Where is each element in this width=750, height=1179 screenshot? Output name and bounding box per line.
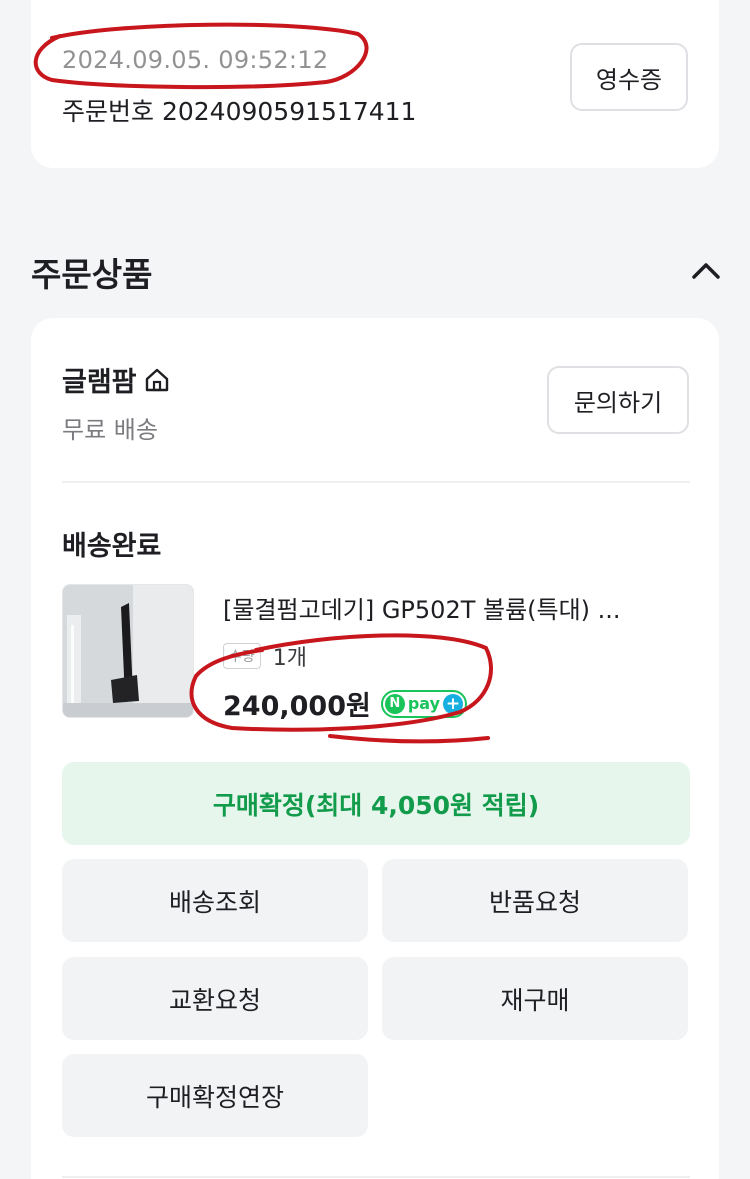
shipping-type: 무료 배송	[62, 416, 158, 444]
npay-plus-badge: N pay +	[380, 689, 468, 718]
quantity-value: 1개	[272, 646, 308, 671]
order-info-card: 2024.09.05. 09:52:12 주문번호 20240905915174…	[31, 0, 719, 168]
store-name[interactable]: 글램팜	[62, 360, 137, 399]
order-product-card: 글램팜 무료 배송 문의하기 배송완료 [물결펌고데기] GP502T 볼륨(특…	[31, 318, 719, 1179]
home-icon	[145, 368, 168, 391]
purchase-confirm-button[interactable]: 구매확정(최대 4,050원 적립)	[62, 762, 690, 845]
product-price: 240,000원	[223, 691, 371, 722]
quantity-row: 수량 1개	[223, 640, 307, 672]
product-thumbnail[interactable]	[62, 584, 194, 718]
receipt-button[interactable]: 영수증	[570, 43, 688, 111]
exchange-request-button[interactable]: 교환요청	[62, 957, 368, 1040]
store-row[interactable]: 글램팜	[62, 360, 171, 399]
chevron-up-icon[interactable]	[690, 256, 722, 284]
npay-logo-icon: N	[384, 693, 405, 714]
npay-label: pay	[407, 694, 441, 713]
extend-confirmation-button[interactable]: 구매확정연장	[62, 1054, 368, 1137]
track-delivery-button[interactable]: 배송조회	[62, 859, 368, 942]
quantity-badge: 수량	[223, 643, 261, 669]
product-name[interactable]: [물결펌고데기] GP502T 볼륨(특대) ...	[223, 590, 693, 625]
return-request-button[interactable]: 반품요청	[382, 859, 688, 942]
divider	[62, 1176, 690, 1178]
order-number: 주문번호 2024090591517411	[62, 97, 417, 126]
divider	[62, 481, 690, 483]
plus-icon: +	[443, 693, 464, 714]
section-title: 주문상품	[31, 255, 153, 294]
rebuy-button[interactable]: 재구매	[382, 957, 688, 1040]
delivery-status: 배송완료	[62, 531, 162, 562]
price-row: 240,000원 N pay +	[223, 684, 468, 723]
product-image	[63, 585, 193, 717]
inquiry-button[interactable]: 문의하기	[547, 366, 689, 434]
order-date: 2024.09.05. 09:52:12	[62, 46, 329, 74]
